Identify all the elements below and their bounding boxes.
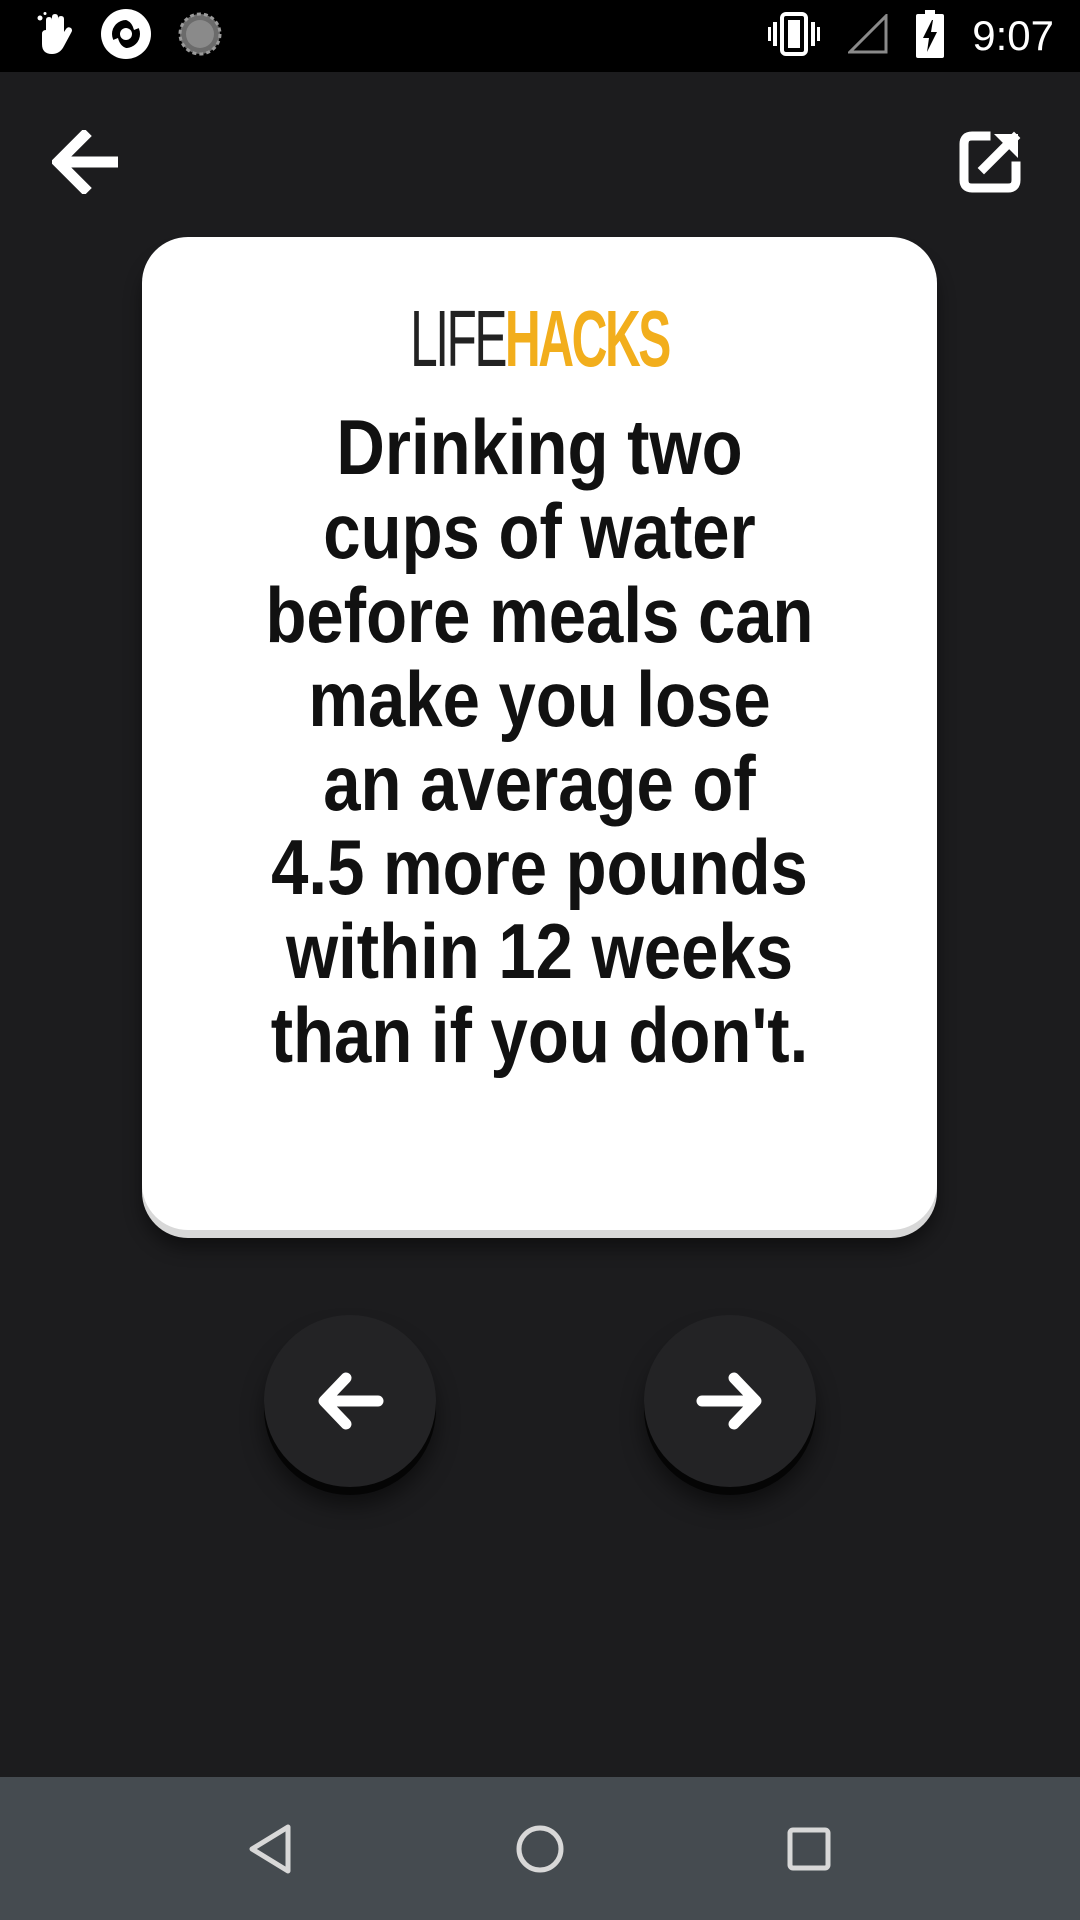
system-home-button[interactable] <box>496 1805 584 1893</box>
notification-icons <box>36 8 222 65</box>
share-external-icon <box>959 131 1021 193</box>
system-recents-button[interactable] <box>765 1805 853 1893</box>
fact-card: LIFEHACKS Drinking two cups of water bef… <box>142 237 937 1230</box>
camera-shutter-icon <box>100 8 152 65</box>
hand-wave-icon <box>36 11 74 61</box>
status-bar: 9:07 <box>0 0 1080 72</box>
back-triangle-icon <box>249 1824 291 1874</box>
brand-word-hacks: HACKS <box>504 294 671 383</box>
brand-word-life: LIFE <box>410 294 507 383</box>
next-button[interactable] <box>644 1315 816 1487</box>
battery-charging-icon <box>916 9 945 63</box>
arrow-left-icon <box>50 128 118 196</box>
share-button[interactable] <box>958 128 1024 194</box>
fact-text: Drinking two cups of water before meals … <box>265 403 814 1079</box>
screen: 9:07 LIFEHACKS Drinking two cups of wate… <box>0 0 1080 1920</box>
signal-icon <box>846 11 888 59</box>
home-circle-icon <box>516 1825 564 1873</box>
system-navigation-bar <box>0 1777 1080 1920</box>
recents-square-icon <box>787 1827 831 1871</box>
spinner-icon <box>178 12 222 61</box>
system-status-icons: 9:07 <box>768 9 1054 63</box>
previous-button[interactable] <box>264 1315 436 1487</box>
arrow-right-icon <box>696 1372 762 1430</box>
vibrate-icon <box>768 11 821 61</box>
brand-logo: LIFEHACKS <box>293 299 786 379</box>
system-back-button[interactable] <box>226 1805 314 1893</box>
arrow-left-icon <box>318 1372 384 1430</box>
back-button[interactable] <box>50 128 122 196</box>
clock: 9:07 <box>972 12 1054 59</box>
